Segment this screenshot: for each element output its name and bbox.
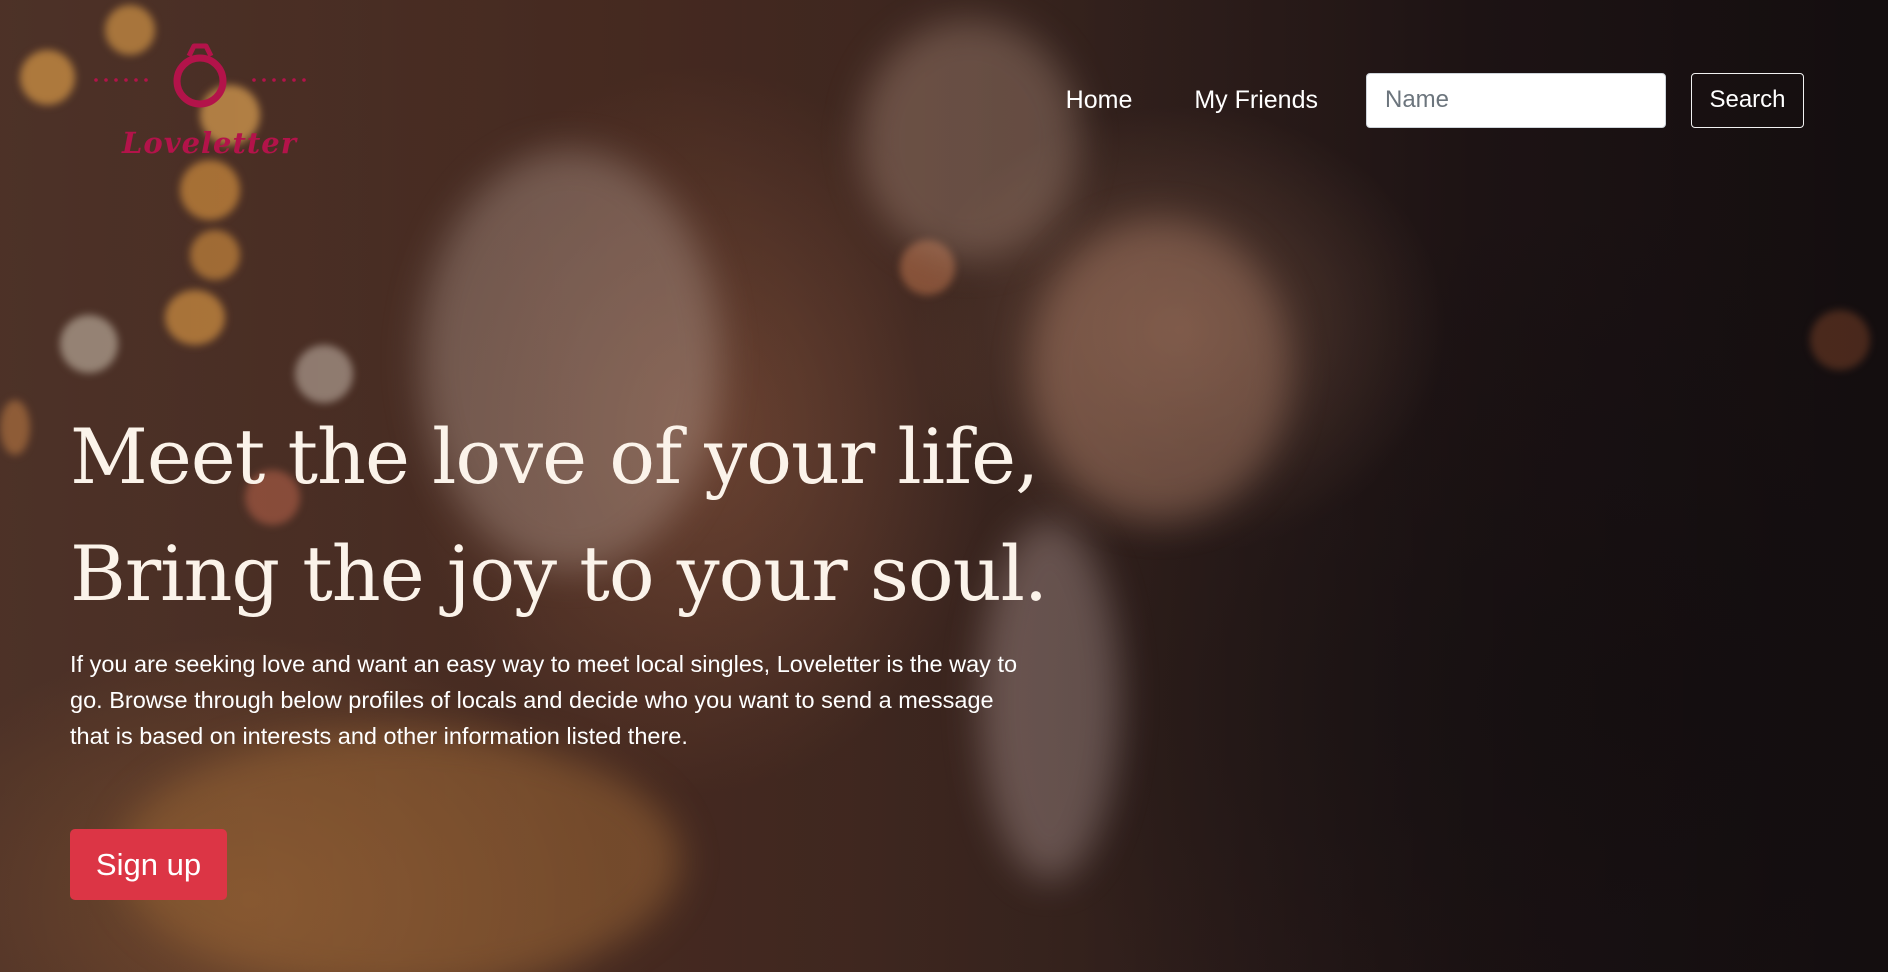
signup-button[interactable]: Sign up: [70, 829, 227, 900]
nav-link-my-friends[interactable]: My Friends: [1194, 86, 1318, 115]
ring-icon: [94, 43, 306, 108]
hero-description: If you are seeking love and want an easy…: [70, 651, 1018, 749]
headline-line-2: Bring the joy to your soul.: [70, 529, 1048, 618]
search-button[interactable]: Search: [1691, 72, 1804, 128]
brand-logo[interactable]: Loveletter: [88, 36, 318, 166]
headline-line-1: Meet the love of your life,: [70, 412, 1039, 501]
name-search-input[interactable]: [1366, 72, 1666, 128]
top-navigation: Home My Friends Search: [1066, 72, 1804, 128]
nav-link-home[interactable]: Home: [1066, 86, 1133, 115]
hero-headline: Meet the love of your life, Bring the jo…: [70, 398, 1048, 632]
brand-name: Loveletter: [122, 126, 298, 160]
